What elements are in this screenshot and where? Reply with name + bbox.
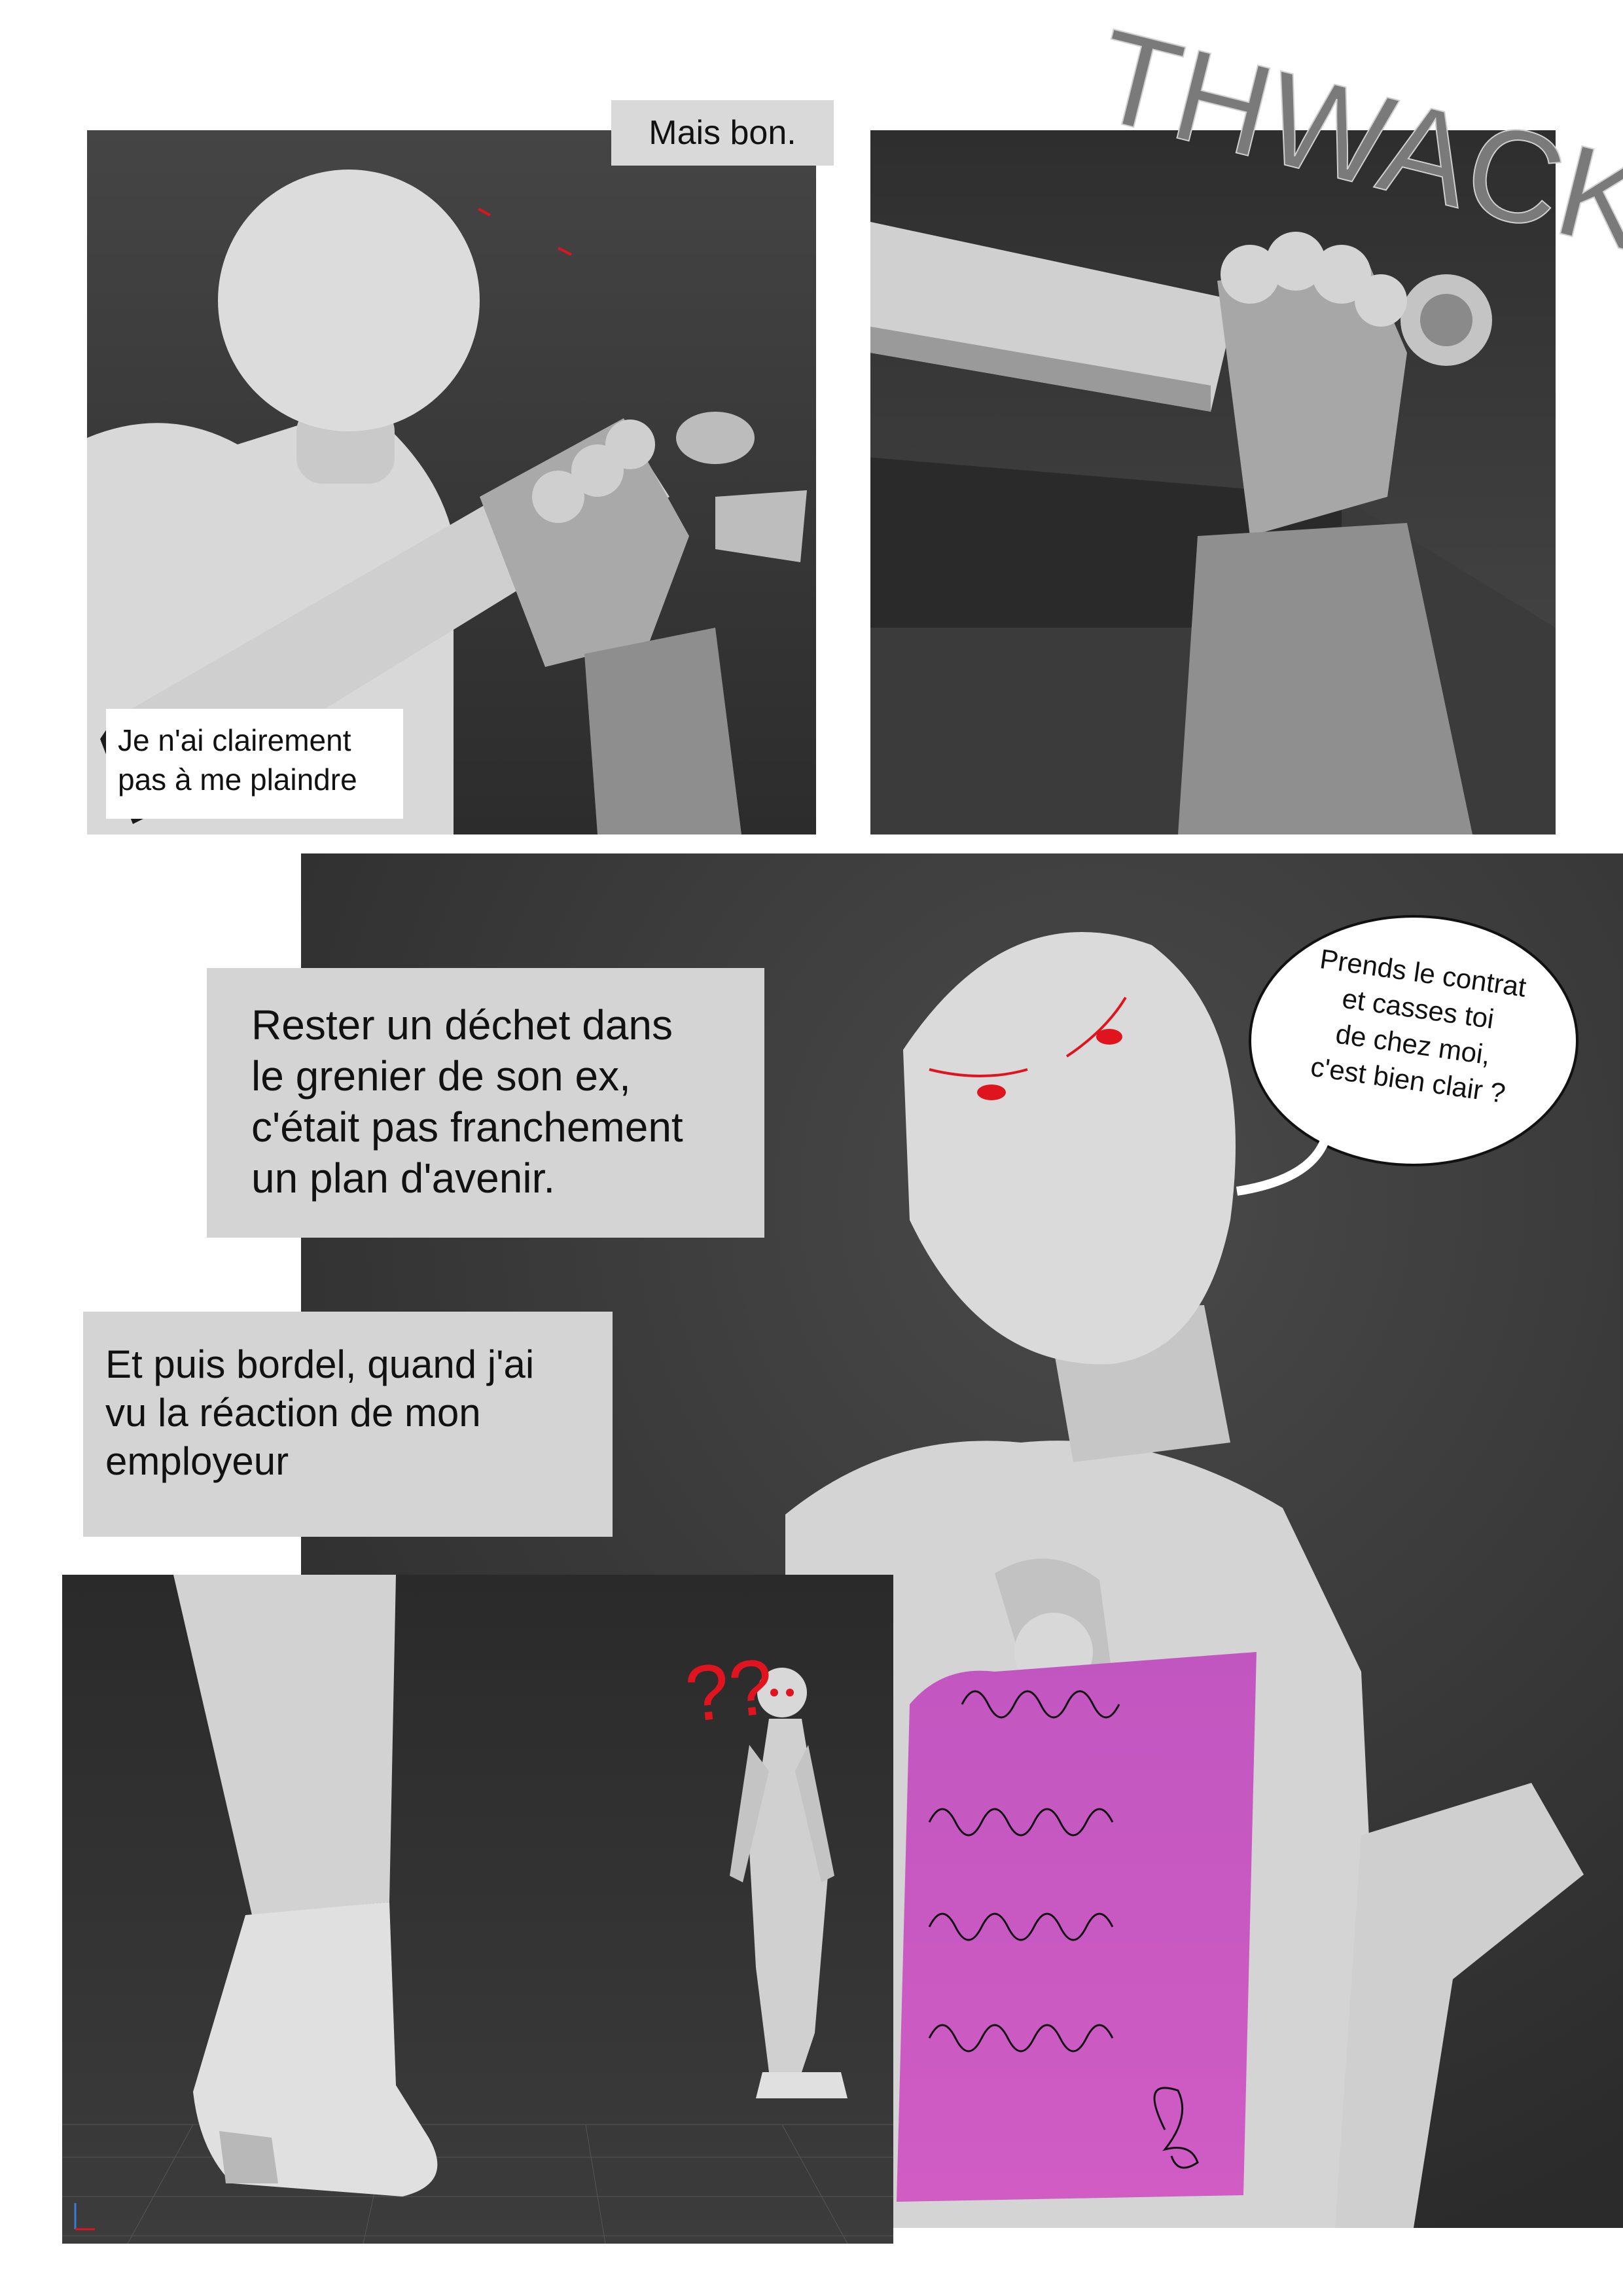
caption-mais-bon: Mais bon. — [611, 100, 834, 166]
caption-line: vu la réaction de mon — [105, 1391, 481, 1435]
caption-line: Je n'ai clairement — [118, 723, 351, 757]
caption-line: c'était pas franchement — [251, 1103, 683, 1151]
caption-line: un plan d'avenir. — [251, 1155, 556, 1202]
caption-rester-un-dechet: Rester un déchet dans le grenier de son … — [207, 968, 764, 1238]
caption-line: employeur — [105, 1439, 289, 1483]
thwack-text: THWACK — [1082, 26, 1623, 275]
thwack-sound-effect: THWACK — [1082, 26, 1623, 275]
contract-sheet — [897, 1652, 1257, 2202]
caption-line: pas à me plaindre — [118, 762, 357, 797]
panel-4-art: ?? — [62, 1575, 893, 2244]
caption-line: Rester un déchet dans — [251, 1001, 673, 1049]
caption-line: le grenier de son ex, — [251, 1052, 631, 1100]
question-marks: ?? — [681, 1642, 777, 1738]
caption-pas-a-me-plaindre: Je n'ai clairement pas à me plaindre — [106, 709, 403, 819]
caption-et-puis-bordel: Et puis bordel, quand j'ai vu la réactio… — [83, 1312, 613, 1537]
caption-line: Et puis bordel, quand j'ai — [105, 1342, 535, 1386]
speech-bubble: Prends le contrat et casses toi de chez … — [1236, 915, 1578, 1196]
panel-4: ?? — [62, 1575, 893, 2244]
